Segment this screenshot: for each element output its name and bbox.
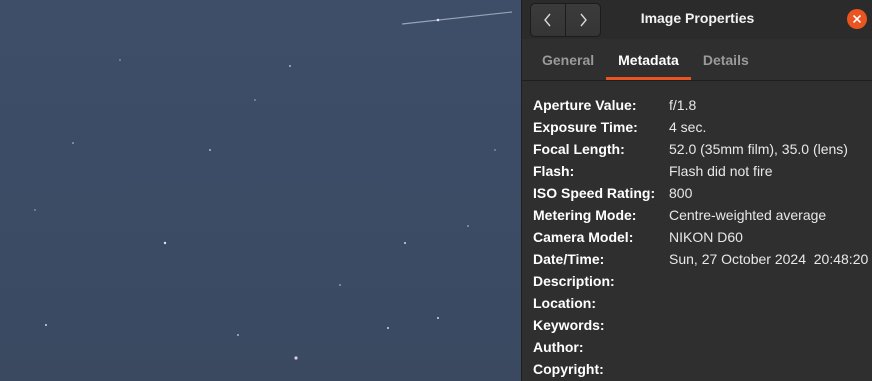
metadata-label: Camera Model:	[533, 229, 634, 245]
metadata-row-copyright: Copyright:	[533, 358, 872, 380]
star	[294, 356, 298, 360]
star	[209, 149, 211, 151]
star	[119, 59, 121, 61]
metadata-row-flash: Flash: Flash did not fire	[533, 160, 872, 182]
image-properties-dialog: Image Properties General Metadata Detail…	[521, 0, 872, 381]
metadata-row-location: Location:	[533, 292, 872, 314]
metadata-value: Flash did not fire	[669, 163, 773, 179]
metadata-value: 800	[669, 185, 693, 201]
metadata-row-author: Author:	[533, 336, 872, 358]
metadata-row-keywords: Keywords:	[533, 314, 872, 336]
star	[163, 241, 167, 245]
star	[436, 18, 440, 22]
metadata-value: 4 sec.	[669, 119, 707, 135]
star	[494, 149, 496, 151]
metadata-label: Date/Time:	[533, 251, 605, 267]
metadata-label: Focal Length:	[533, 141, 625, 157]
star	[289, 65, 291, 67]
metadata-row-description: Description:	[533, 270, 872, 292]
meteor-trail	[401, 11, 513, 25]
metadata-label: Flash:	[533, 163, 575, 179]
metadata-row-camera-model: Camera Model: NIKON D60	[533, 226, 872, 248]
star	[437, 317, 439, 319]
tab-general[interactable]: General	[530, 39, 606, 80]
metadata-value: Centre-weighted average	[669, 207, 827, 223]
star	[45, 324, 47, 326]
title-bar: Image Properties	[522, 0, 872, 39]
star	[467, 225, 469, 227]
metadata-row-iso: ISO Speed Rating: 800	[533, 182, 872, 204]
metadata-label: Metering Mode:	[533, 207, 637, 223]
metadata-value: Sun, 27 October 2024 20:48:20	[669, 251, 869, 267]
tab-metadata[interactable]: Metadata	[606, 39, 691, 80]
star	[404, 242, 406, 244]
metadata-label: Exposure Time:	[533, 119, 638, 135]
metadata-row-datetime: Date/Time: Sun, 27 October 2024 20:48:20	[533, 248, 872, 270]
star	[237, 334, 239, 336]
metadata-label: Copyright:	[533, 361, 604, 377]
metadata-row-focal-length: Focal Length: 52.0 (35mm film), 35.0 (le…	[533, 138, 872, 160]
dialog-title: Image Properties	[640, 10, 755, 26]
metadata-list: Aperture Value: f/1.8 Exposure Time: 4 s…	[522, 81, 872, 380]
star	[34, 209, 36, 211]
close-icon	[853, 15, 861, 23]
tab-bar: General Metadata Details	[522, 39, 872, 81]
metadata-row-metering: Metering Mode: Centre-weighted average	[533, 204, 872, 226]
metadata-label: Keywords:	[533, 317, 605, 333]
star	[339, 284, 341, 286]
star	[72, 142, 74, 144]
metadata-row-exposure: Exposure Time: 4 sec.	[533, 116, 872, 138]
close-button[interactable]	[847, 9, 867, 29]
metadata-label: Location:	[533, 295, 596, 311]
star	[254, 99, 256, 101]
star-field	[34, 11, 513, 360]
metadata-label: Description:	[533, 273, 615, 289]
metadata-value: f/1.8	[669, 97, 697, 113]
tab-details[interactable]: Details	[691, 39, 761, 80]
metadata-label: Aperture Value:	[533, 97, 637, 113]
metadata-row-aperture: Aperture Value: f/1.8	[533, 94, 872, 116]
metadata-value: 52.0 (35mm film), 35.0 (lens)	[669, 141, 848, 157]
star	[387, 327, 389, 329]
metadata-label: ISO Speed Rating:	[533, 185, 656, 201]
metadata-label: Author:	[533, 339, 584, 355]
metadata-value: NIKON D60	[669, 229, 743, 245]
